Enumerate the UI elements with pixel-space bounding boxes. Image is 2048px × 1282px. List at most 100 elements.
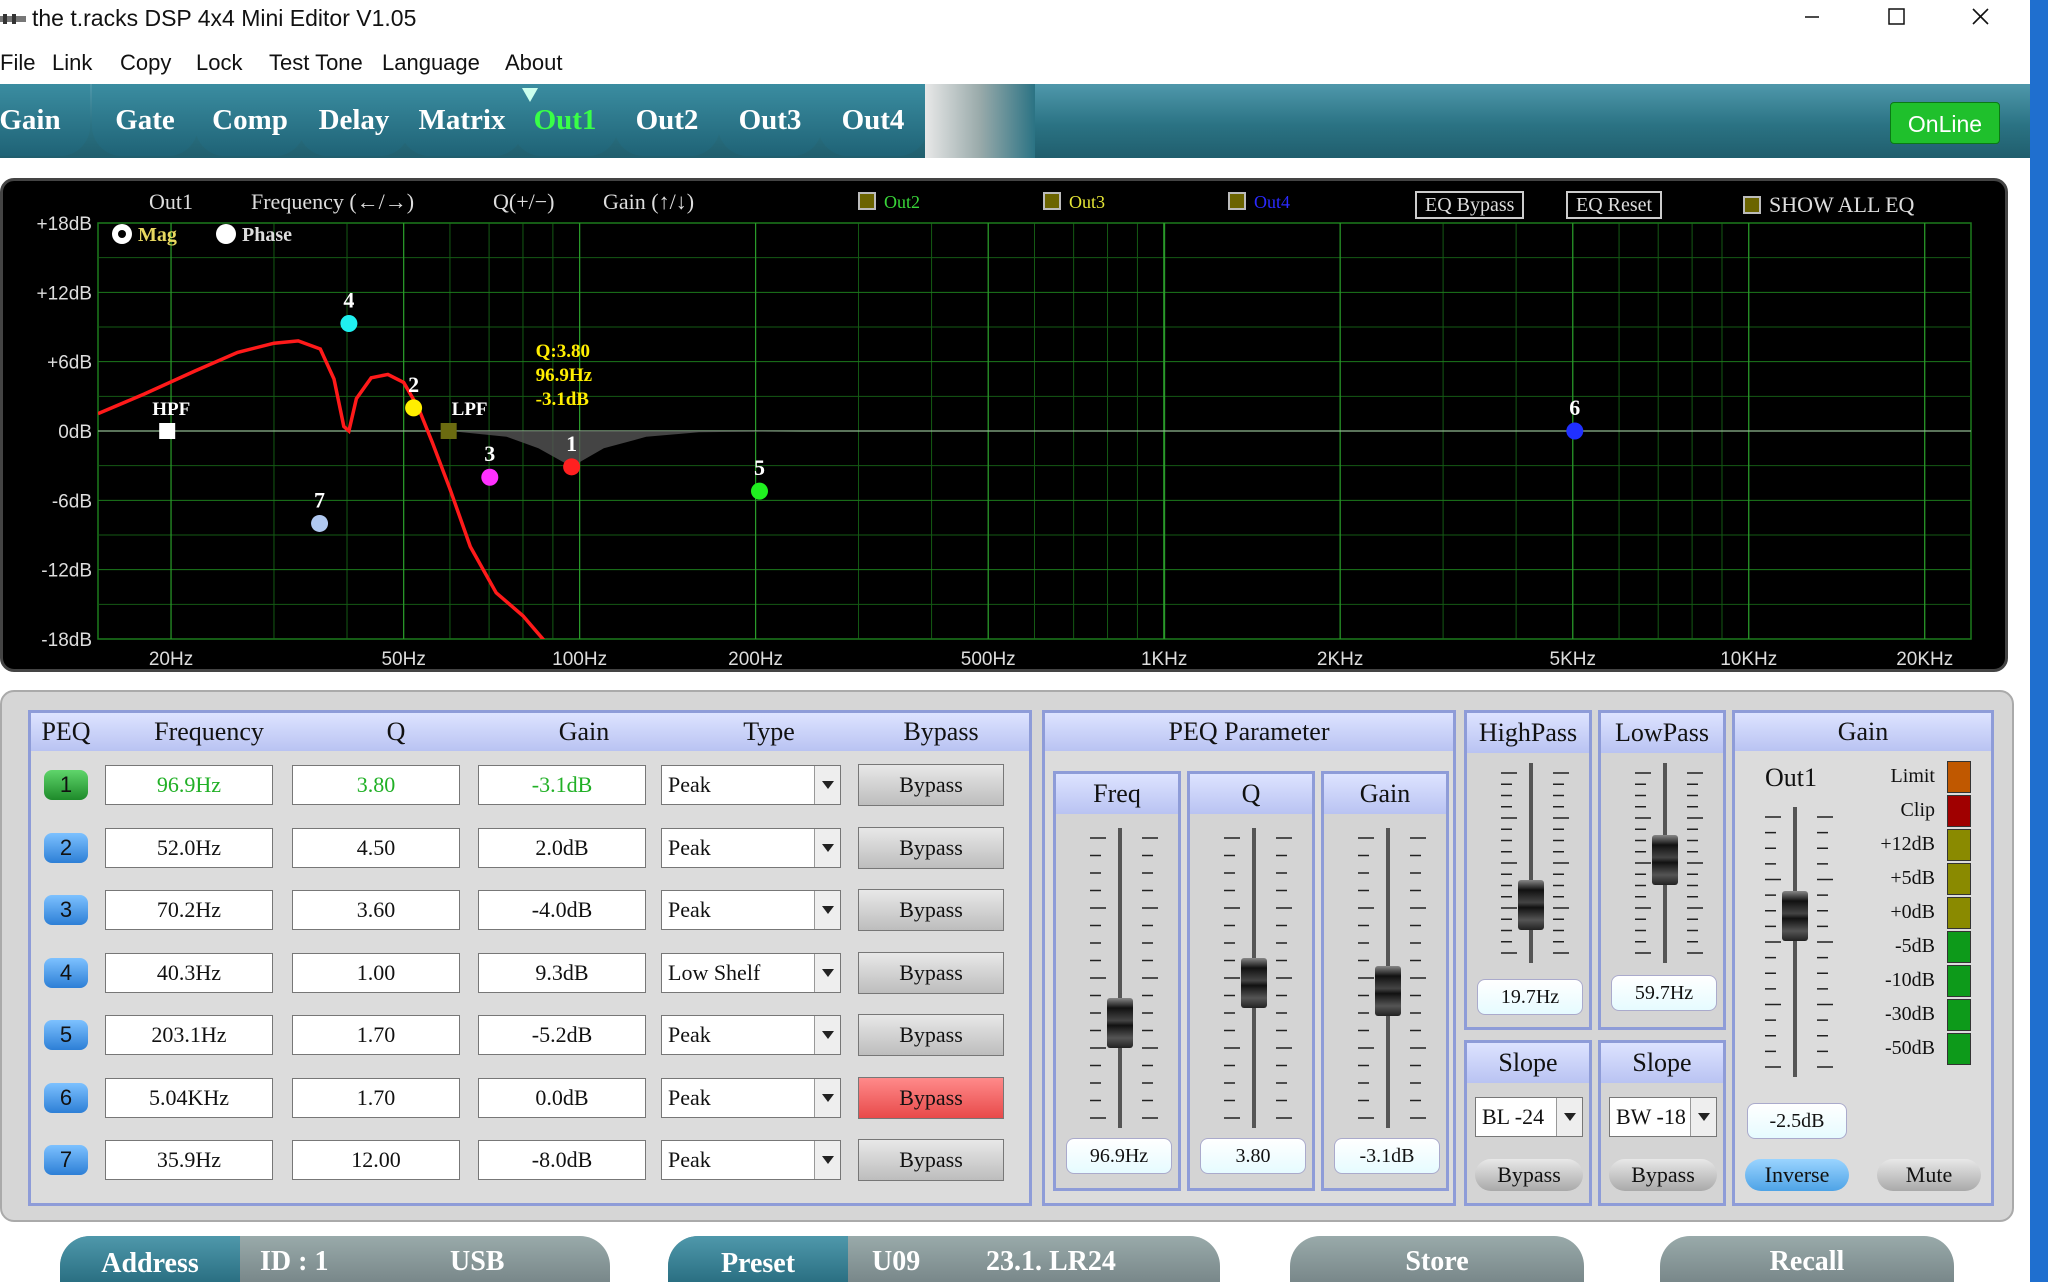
menu-test-tone[interactable]: Test Tone bbox=[269, 50, 363, 76]
tab-comp[interactable]: Comp bbox=[195, 84, 305, 156]
peq-band-7-bypass-button[interactable]: Bypass bbox=[858, 1139, 1004, 1181]
peq-band-6-type-select[interactable]: Peak bbox=[661, 1077, 841, 1118]
preset-name: 23.1. LR24 bbox=[986, 1246, 1116, 1277]
tab-gain[interactable]: Gain bbox=[0, 84, 90, 156]
menu-link[interactable]: Link bbox=[52, 50, 92, 76]
peq-band-7-frequency[interactable]: 35.9Hz bbox=[105, 1140, 273, 1180]
peq-band-1-gain[interactable]: -3.1dB bbox=[478, 765, 646, 805]
q-fader[interactable] bbox=[1190, 828, 1318, 1128]
lowpass-slope-select[interactable]: BW -18 bbox=[1609, 1097, 1717, 1137]
peq-band-3-gain[interactable]: -4.0dB bbox=[478, 890, 646, 930]
eq-bypass-button[interactable]: EQ Bypass bbox=[1415, 191, 1525, 219]
lowpass-fader[interactable] bbox=[1601, 763, 1729, 963]
fader-knob[interactable] bbox=[1652, 835, 1678, 885]
peq-band-4-type-select[interactable]: Low Shelf bbox=[661, 952, 841, 993]
highpass-slope-select[interactable]: BL -24 bbox=[1475, 1097, 1583, 1137]
peq-band-1-button[interactable]: 1 bbox=[44, 770, 88, 800]
peq-band-3-frequency[interactable]: 70.2Hz bbox=[105, 890, 273, 930]
fader-knob[interactable] bbox=[1518, 880, 1544, 930]
peq-band-3-bypass-button[interactable]: Bypass bbox=[858, 889, 1004, 931]
peq-band-5-frequency[interactable]: 203.1Hz bbox=[105, 1015, 273, 1055]
checkbox-out2-icon bbox=[858, 192, 876, 210]
peq-band-2-button[interactable]: 2 bbox=[44, 832, 88, 863]
eq-plot[interactable]: +18dB+12dB+6dB0dB-6dB-12dB-18dB20Hz 50Hz 1… bbox=[3, 181, 2005, 669]
peq-band-2-q[interactable]: 4.50 bbox=[292, 827, 460, 868]
tab-out3[interactable]: Out3 bbox=[718, 84, 822, 156]
tab-matrix[interactable]: Matrix bbox=[400, 84, 524, 156]
minimize-button[interactable] bbox=[1772, 0, 1852, 40]
fader-knob[interactable] bbox=[1782, 890, 1808, 941]
peq-band-1-frequency[interactable]: 96.9Hz bbox=[105, 765, 273, 805]
peq-band-4-gain[interactable]: 9.3dB bbox=[478, 952, 646, 993]
preset-slot[interactable]: U09 bbox=[872, 1246, 920, 1278]
eq-reset-button[interactable]: EQ Reset bbox=[1566, 191, 1663, 219]
meter-segment bbox=[1947, 931, 1971, 963]
tab-out4[interactable]: Out4 bbox=[818, 84, 928, 156]
x-tick-label: 20KHz bbox=[1896, 649, 1953, 669]
close-button[interactable] bbox=[1940, 0, 2020, 40]
peq-band-2-gain[interactable]: 2.0dB bbox=[478, 827, 646, 868]
highpass-fader[interactable] bbox=[1467, 763, 1595, 963]
peq-band-4-button[interactable]: 4 bbox=[44, 957, 88, 988]
online-button[interactable]: OnLine bbox=[1890, 102, 2000, 144]
peq-band-7-type-select[interactable]: Peak bbox=[661, 1140, 841, 1180]
peq-band-4-bypass-button[interactable]: Bypass bbox=[858, 951, 1004, 994]
peq-band-3-q[interactable]: 3.60 bbox=[292, 890, 460, 930]
gain-fader[interactable] bbox=[1324, 828, 1452, 1128]
phase-radio[interactable]: Phase bbox=[215, 223, 292, 247]
show-all-eq-toggle[interactable]: SHOW ALL EQ bbox=[1743, 192, 1914, 218]
overlay-out3[interactable]: Out3 bbox=[1043, 192, 1105, 213]
inverse-button[interactable]: Inverse bbox=[1745, 1159, 1849, 1191]
overlay-out2[interactable]: Out2 bbox=[858, 192, 920, 213]
peq-band-5-type-select[interactable]: Peak bbox=[661, 1015, 841, 1055]
peq-band-3-button[interactable]: 3 bbox=[44, 895, 88, 925]
peq-band-1-q[interactable]: 3.80 bbox=[292, 765, 460, 805]
overlay-out4[interactable]: Out4 bbox=[1228, 192, 1290, 213]
peq-band-5-button[interactable]: 5 bbox=[44, 1020, 88, 1050]
freq-fader[interactable] bbox=[1056, 828, 1184, 1128]
highpass-bypass-button[interactable]: Bypass bbox=[1475, 1159, 1583, 1191]
lowpass-bypass-button[interactable]: Bypass bbox=[1609, 1159, 1717, 1191]
peq-band-1-type-select[interactable]: Peak bbox=[661, 765, 841, 805]
peq-band-6-q[interactable]: 1.70 bbox=[292, 1077, 460, 1118]
peq-band-2-type-select[interactable]: Peak bbox=[661, 827, 841, 868]
maximize-button[interactable] bbox=[1856, 0, 1936, 40]
peq-band-6-button[interactable]: 6 bbox=[44, 1082, 88, 1113]
menu-file[interactable]: File bbox=[0, 50, 35, 76]
overlay-out2-label: Out2 bbox=[884, 192, 920, 212]
peq-band-6-frequency[interactable]: 5.04KHz bbox=[105, 1077, 273, 1118]
peq-band-7-gain[interactable]: -8.0dB bbox=[478, 1140, 646, 1180]
tab-out2[interactable]: Out2 bbox=[614, 84, 720, 156]
peq-band-7-q[interactable]: 12.00 bbox=[292, 1140, 460, 1180]
mag-radio[interactable]: Mag bbox=[111, 223, 177, 247]
device-id: ID : 1 bbox=[260, 1246, 329, 1277]
fader-knob[interactable] bbox=[1241, 958, 1267, 1008]
menu-copy[interactable]: Copy bbox=[120, 50, 171, 76]
peq-band-4-frequency[interactable]: 40.3Hz bbox=[105, 952, 273, 993]
peq-band-4-q[interactable]: 1.00 bbox=[292, 952, 460, 993]
col-peq: PEQ bbox=[41, 717, 91, 746]
peq-band-3-type-select[interactable]: Peak bbox=[661, 890, 841, 930]
peq-band-7-button[interactable]: 7 bbox=[44, 1145, 88, 1175]
menu-language[interactable]: Language bbox=[382, 50, 480, 76]
mute-button[interactable]: Mute bbox=[1877, 1159, 1981, 1191]
peq-band-2-frequency[interactable]: 52.0Hz bbox=[105, 827, 273, 868]
freq-fader-panel: Freq 96.9Hz bbox=[1053, 771, 1181, 1191]
peq-band-2-bypass-button[interactable]: Bypass bbox=[858, 826, 1004, 869]
fader-knob[interactable] bbox=[1107, 998, 1133, 1048]
peq-band-5-q[interactable]: 1.70 bbox=[292, 1015, 460, 1055]
recall-button[interactable]: Recall bbox=[1660, 1236, 1954, 1282]
peq-band-5-bypass-button[interactable]: Bypass bbox=[858, 1014, 1004, 1056]
q-fader-panel: Q 3.80 bbox=[1187, 771, 1315, 1191]
peq-band-1-bypass-button[interactable]: Bypass bbox=[858, 764, 1004, 806]
tab-delay[interactable]: Delay bbox=[298, 84, 410, 156]
peq-band-6-bypass-button[interactable]: Bypass bbox=[858, 1076, 1004, 1119]
peq-band-5-gain[interactable]: -5.2dB bbox=[478, 1015, 646, 1055]
store-button[interactable]: Store bbox=[1290, 1236, 1584, 1282]
menu-about[interactable]: About bbox=[505, 50, 563, 76]
tab-gate[interactable]: Gate bbox=[92, 84, 198, 156]
menu-lock[interactable]: Lock bbox=[196, 50, 242, 76]
output-gain-fader[interactable] bbox=[1735, 807, 1855, 1077]
peq-band-6-gain[interactable]: 0.0dB bbox=[478, 1077, 646, 1118]
fader-knob[interactable] bbox=[1375, 965, 1401, 1016]
